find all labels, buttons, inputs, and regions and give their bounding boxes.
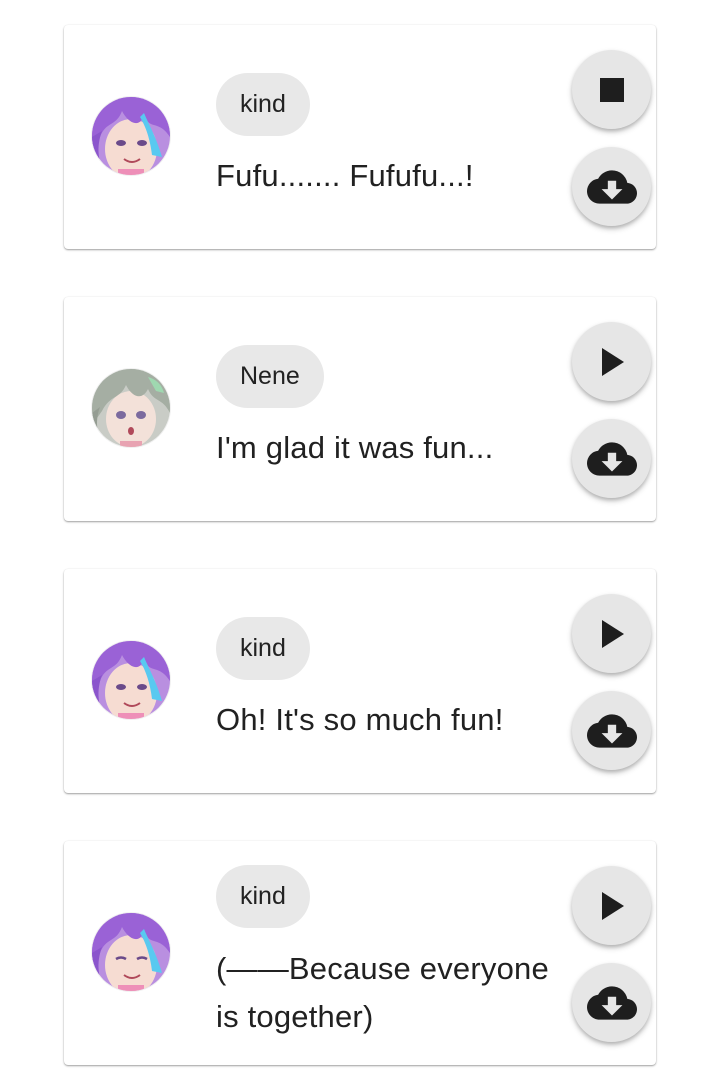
voice-line-card: Nene I'm glad it was fun... (64, 297, 656, 521)
cloud-download-icon (586, 985, 637, 1020)
speaker-name-chip: kind (216, 865, 310, 928)
play-icon (601, 891, 624, 920)
play-icon (601, 619, 624, 648)
download-button[interactable] (572, 147, 651, 226)
download-button[interactable] (572, 691, 651, 770)
voice-line-card: kind (——Because everyone is together) (64, 841, 656, 1065)
voice-line-text: (——Because everyone is together) (216, 951, 549, 1034)
cloud-download-icon (586, 441, 637, 476)
voice-line-list: kind Fufu....... Fufufu...! Nene I'm gla… (0, 0, 720, 1088)
stop-button[interactable] (572, 50, 651, 129)
nene-avatar (92, 369, 170, 447)
download-button[interactable] (572, 963, 651, 1042)
download-button[interactable] (572, 419, 651, 498)
voice-line-card: kind Fufu....... Fufufu...! (64, 25, 656, 249)
play-button[interactable] (572, 866, 651, 945)
play-button[interactable] (572, 322, 651, 401)
speaker-name-chip: Nene (216, 345, 324, 408)
cloud-download-icon (586, 713, 637, 748)
voice-line-text: Fufu....... Fufufu...! (216, 158, 474, 193)
play-button[interactable] (572, 594, 651, 673)
speaker-name-chip: kind (216, 617, 310, 680)
stop-icon (599, 77, 624, 102)
voice-line-card: kind Oh! It's so much fun! (64, 569, 656, 793)
kind-avatar (92, 97, 170, 175)
kind-avatar (92, 641, 170, 719)
voice-line-text: Oh! It's so much fun! (216, 702, 504, 737)
voice-line-text: I'm glad it was fun... (216, 430, 494, 465)
speaker-name-chip: kind (216, 73, 310, 136)
cloud-download-icon (586, 169, 637, 204)
play-icon (601, 347, 624, 376)
kind-avatar (92, 913, 170, 991)
